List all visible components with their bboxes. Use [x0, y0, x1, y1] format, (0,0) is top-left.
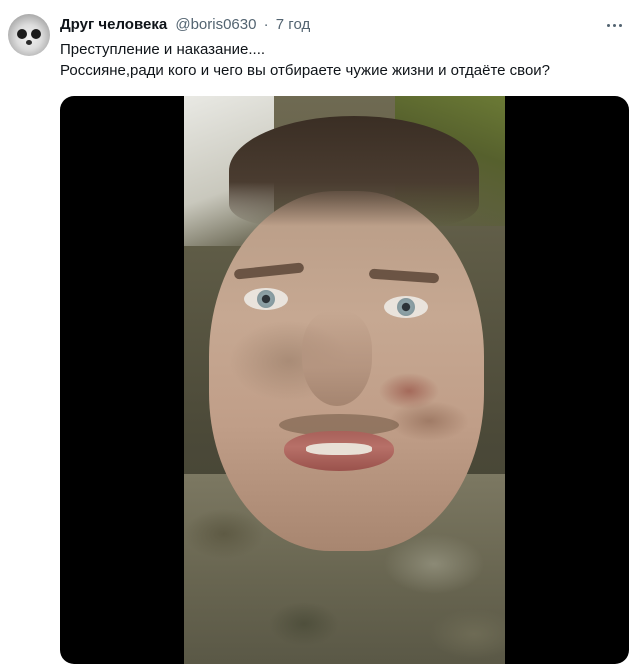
video-mouth	[284, 431, 394, 471]
avatar-eye-left	[17, 29, 27, 39]
video-hair	[229, 116, 479, 226]
author-display-name[interactable]: Друг человека	[60, 16, 167, 33]
avatar-eye-right	[31, 29, 41, 39]
author-handle[interactable]: @boris0630	[175, 16, 256, 33]
tweet-video[interactable]	[60, 96, 629, 664]
tweet-text-line-1: Преступление и наказание....	[60, 41, 266, 58]
more-dot	[612, 23, 616, 27]
more-dot	[606, 23, 610, 27]
tweet-card: Друг человека @boris0630 · 7 год Преступ…	[0, 0, 639, 670]
more-dot	[618, 23, 622, 27]
avatar-nose	[26, 40, 32, 45]
header-separator: ·	[263, 16, 269, 33]
tweet-text: Преступление и наказание.... Россияне,ра…	[60, 39, 635, 81]
video-frame	[184, 96, 505, 664]
video-nose	[302, 311, 372, 406]
tweet-timestamp[interactable]: 7 год	[276, 16, 310, 33]
tweet-text-line-2: Россияне,ради кого и чего вы отбираете ч…	[60, 62, 551, 79]
video-eye-left	[244, 288, 288, 310]
tweet-header: Друг человека @boris0630 · 7 год	[60, 14, 310, 36]
more-options-icon[interactable]	[603, 14, 625, 36]
avatar[interactable]	[8, 14, 50, 56]
video-eye-right	[384, 296, 428, 318]
